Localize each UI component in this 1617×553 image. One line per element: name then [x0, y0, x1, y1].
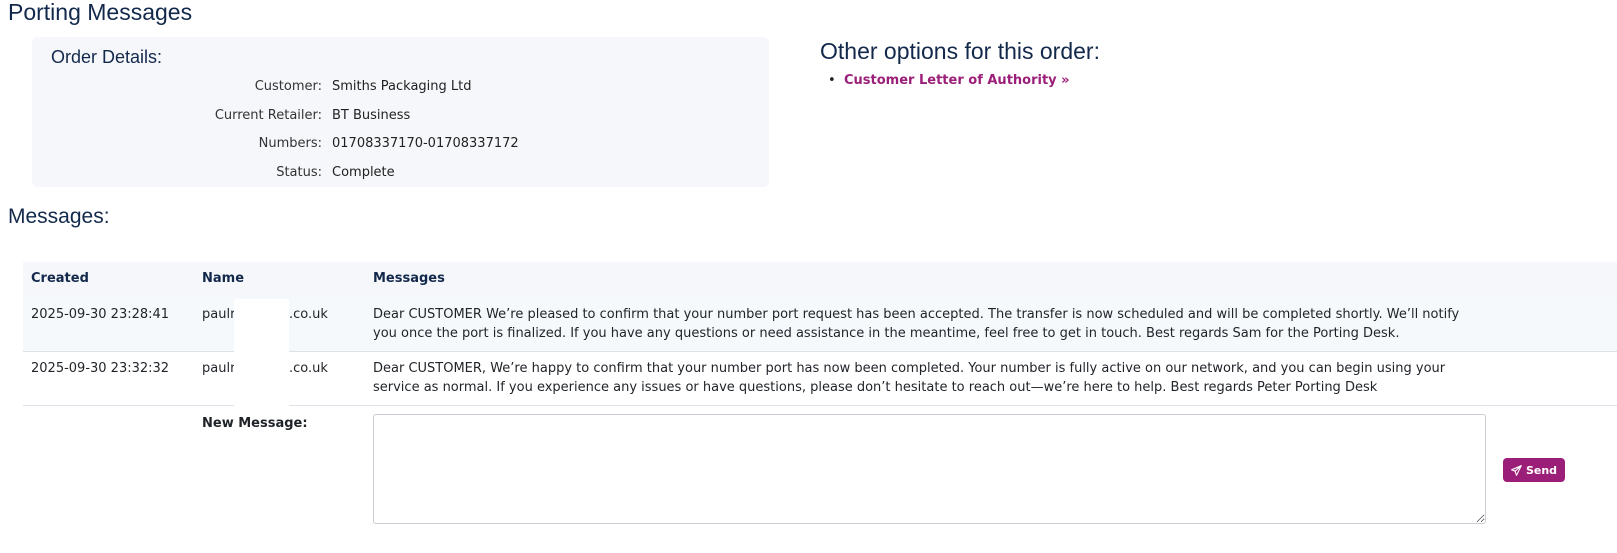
- name-cell: paulr .co.uk: [202, 353, 362, 407]
- message-cell: Dear CUSTOMER, We’re happy to confirm th…: [373, 361, 1446, 395]
- table-row: 2025-09-30 23:28:41 paulr .co.uk Dear CU…: [23, 297, 1617, 353]
- detail-value: BT Business: [332, 108, 411, 123]
- detail-value: Smiths Packaging Ltd: [332, 79, 472, 94]
- order-details-heading: Order Details:: [51, 47, 163, 67]
- other-options-item: • Customer Letter of Authority »: [828, 72, 1070, 90]
- detail-label: Status:: [276, 165, 322, 180]
- message-cell: Dear CUSTOMER We’re pleased to confirm t…: [373, 307, 1460, 341]
- detail-value: 01708337170-01708337172: [332, 136, 519, 151]
- new-message-input[interactable]: [373, 414, 1486, 524]
- send-label: Send: [1525, 463, 1558, 477]
- paper-plane-icon: [1511, 464, 1522, 476]
- detail-row-customer: Customer: Smiths Packaging Ltd: [32, 77, 769, 97]
- name-cell: paulr .co.uk: [202, 299, 362, 353]
- detail-row-status: Status: Complete: [32, 163, 769, 183]
- table-header: Created Name Messages: [23, 262, 1617, 298]
- new-message-label: New Message:: [202, 416, 308, 431]
- created-cell: 2025-09-30 23:32:32: [31, 361, 170, 376]
- other-options-list: • Customer Letter of Authority »: [828, 72, 1070, 90]
- redaction-mask: [234, 353, 289, 407]
- other-options-heading: Other options for this order:: [820, 38, 1100, 64]
- column-header-messages[interactable]: Messages: [373, 271, 445, 286]
- status-value: Complete: [332, 165, 395, 180]
- bullet-icon: •: [828, 73, 836, 88]
- detail-row-retailer: Current Retailer: BT Business: [32, 106, 769, 126]
- column-header-name[interactable]: Name: [202, 271, 244, 286]
- messages-heading: Messages:: [8, 205, 110, 228]
- name-start: paulr: [202, 307, 236, 322]
- send-button[interactable]: Send: [1503, 458, 1565, 482]
- customer-letter-of-authority-link[interactable]: Customer Letter of Authority »: [844, 73, 1070, 88]
- name-end: .co.uk: [289, 361, 328, 376]
- detail-label: Customer:: [254, 79, 322, 94]
- table-row: 2025-09-30 23:32:32 paulr .co.uk Dear CU…: [23, 351, 1617, 407]
- detail-label: Numbers:: [258, 136, 322, 151]
- order-details-panel: Order Details: Customer: Smiths Packagin…: [32, 37, 769, 187]
- redaction-mask: [234, 299, 289, 353]
- detail-row-numbers: Numbers: 01708337170-01708337172: [32, 134, 769, 154]
- detail-label: Current Retailer:: [214, 108, 322, 123]
- page-title: Porting Messages: [8, 0, 193, 25]
- column-header-created[interactable]: Created: [31, 271, 89, 286]
- created-cell: 2025-09-30 23:28:41: [31, 307, 170, 322]
- name-end: .co.uk: [289, 307, 328, 322]
- name-start: paulr: [202, 361, 236, 376]
